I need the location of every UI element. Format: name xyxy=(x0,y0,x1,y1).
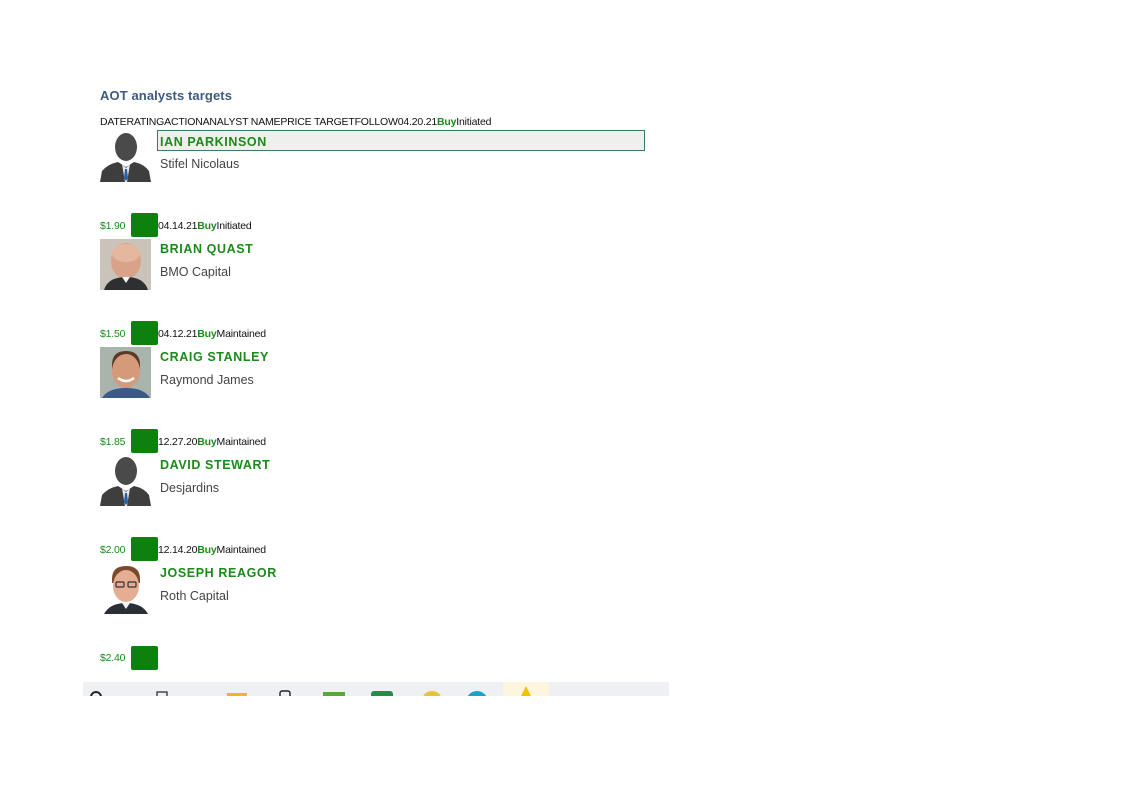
price-target: $1.85 xyxy=(100,436,126,448)
column-header-follow: FOLLOW xyxy=(354,116,398,128)
photo-avatar xyxy=(100,239,151,290)
row-action: Maintained xyxy=(216,544,267,556)
row-date: 12.14.20 xyxy=(158,544,198,556)
row-meta-line: 12.14.20BuyMaintained xyxy=(158,544,266,556)
row-action: Initiated xyxy=(456,116,492,128)
edge-icon[interactable] xyxy=(465,690,489,696)
price-target: $2.00 xyxy=(100,544,126,556)
row-rating: Buy xyxy=(197,436,217,448)
row-date: 04.20.21 xyxy=(397,116,437,128)
analyst-name-link[interactable]: DAVID STEWART xyxy=(160,458,270,472)
analyst-name-link[interactable]: CRAIG STANLEY xyxy=(160,350,269,364)
row-meta-line: 04.12.21BuyMaintained xyxy=(158,328,266,340)
page: AOT analysts targets DATERATINGACTIONANA… xyxy=(0,0,1122,793)
analyst-firm: Stifel Nicolaus xyxy=(160,157,240,171)
row-rating: Buy xyxy=(197,220,217,232)
chrome-icon[interactable] xyxy=(421,690,443,696)
row-rating: Buy xyxy=(197,328,217,340)
price-target: $1.90 xyxy=(100,220,126,232)
column-header-date: DATE xyxy=(100,116,127,128)
follow-button[interactable] xyxy=(131,429,158,453)
row-rating: Buy xyxy=(437,116,457,128)
search-icon[interactable] xyxy=(89,690,103,696)
taskbar xyxy=(83,682,669,696)
row-meta-line: 04.14.21BuyInitiated xyxy=(158,220,252,232)
price-target: $1.50 xyxy=(100,328,126,340)
row-date: 04.12.21 xyxy=(158,328,198,340)
analyst-firm: Desjardins xyxy=(160,481,220,495)
price-target: $2.40 xyxy=(100,652,126,664)
column-header-rating: RATING xyxy=(126,116,165,128)
column-header-price-target: PRICE TARGET xyxy=(280,116,355,128)
analyst-name-link[interactable]: IAN PARKINSON xyxy=(160,135,267,149)
row-date: 04.14.21 xyxy=(158,220,198,232)
analyst-firm: Raymond James xyxy=(160,373,254,387)
row-action: Maintained xyxy=(216,328,267,340)
silhouette-avatar xyxy=(100,131,151,182)
follow-button[interactable] xyxy=(131,321,158,345)
task-view-icon[interactable] xyxy=(155,690,169,696)
follow-button[interactable] xyxy=(131,646,158,670)
column-header-action: ACTION xyxy=(164,116,203,128)
row-action: Maintained xyxy=(216,436,267,448)
page-title: AOT analysts targets xyxy=(100,88,233,103)
analyst-name-link[interactable]: BRIAN QUAST xyxy=(160,242,253,256)
sticky-notes-icon[interactable] xyxy=(503,682,549,696)
column-header-analyst-name: ANALYST NAME xyxy=(202,116,281,128)
analyst-name-link[interactable]: JOSEPH REAGOR xyxy=(160,566,277,580)
silhouette-avatar xyxy=(100,455,151,506)
photo-avatar xyxy=(100,347,151,398)
photo-avatar xyxy=(100,563,151,614)
analyst-firm: BMO Capital xyxy=(160,265,231,279)
app-icon[interactable] xyxy=(323,690,345,696)
analyst-firm: Roth Capital xyxy=(160,589,229,603)
file-explorer-icon[interactable] xyxy=(227,690,247,696)
table-header-row: DATERATINGACTIONANALYST NAMEPRICE TARGET… xyxy=(100,116,491,128)
row-date: 12.27.20 xyxy=(158,436,198,448)
follow-button[interactable] xyxy=(131,213,158,237)
follow-button[interactable] xyxy=(131,537,158,561)
row-rating: Buy xyxy=(197,544,217,556)
row-action: Initiated xyxy=(216,220,252,232)
phone-icon[interactable] xyxy=(279,690,291,696)
spreadsheet-icon[interactable] xyxy=(371,690,393,696)
row-meta-line: 12.27.20BuyMaintained xyxy=(158,436,266,448)
